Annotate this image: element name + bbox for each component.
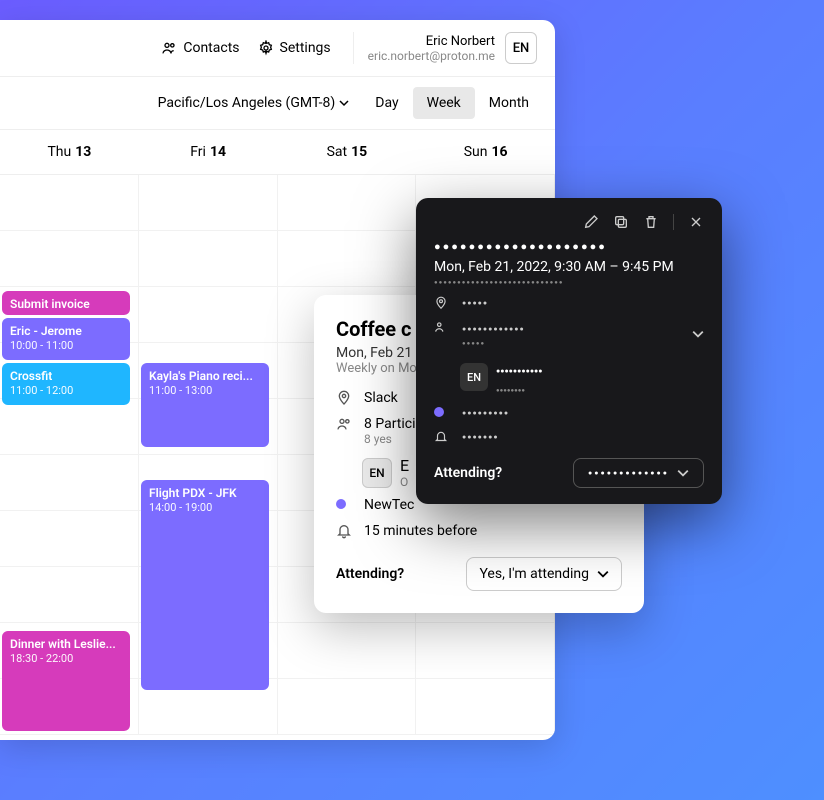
event-eric-jerome[interactable]: Eric - Jerome 10:00 - 11:00 [2, 318, 130, 360]
chevron-down-icon [677, 467, 689, 479]
trash-icon[interactable] [643, 214, 659, 230]
attending-select[interactable]: Yes, I'm attending [466, 557, 622, 591]
location-icon [336, 390, 354, 406]
organizer-row: EN ●●●●●●●●●●●●●●●●●●● [460, 358, 704, 396]
event-dinner[interactable]: Dinner with Leslie... 18:30 - 22:00 [2, 631, 130, 731]
chevron-down-icon [597, 568, 609, 580]
event-piano[interactable]: Kayla's Piano reci... 11:00 - 13:00 [141, 363, 269, 447]
participants-icon [336, 416, 354, 432]
view-day-button[interactable]: Day [361, 87, 412, 119]
location-row: ●●●●● [434, 296, 704, 310]
top-toolbar: Contacts Settings Eric Norbert eric.norb… [0, 20, 555, 77]
user-menu[interactable]: Eric Norbert eric.norbert@proton.me EN [353, 32, 537, 64]
edit-icon[interactable] [583, 214, 599, 230]
participants-row[interactable]: ●●●●●●●●●●●●●●●●● [434, 320, 704, 348]
reminder-row: ●●●●●●● [434, 430, 704, 444]
attending-select[interactable]: ●●●●●●●●●●●●● [573, 458, 704, 488]
popup-actions [434, 214, 704, 230]
caret-down-icon [339, 98, 349, 108]
event-crossfit[interactable]: Crossfit 11:00 - 12:00 [2, 363, 130, 405]
calendar-color-dot [336, 499, 346, 509]
event-title-masked: ●●●●●●●●●●●●●●●●●●●● [434, 240, 704, 253]
attending-label: Attending? [336, 566, 404, 582]
contacts-icon [161, 40, 177, 56]
view-month-button[interactable]: Month [475, 87, 543, 119]
contacts-button[interactable]: Contacts [161, 40, 239, 56]
attending-label: Attending? [434, 465, 502, 481]
event-submit-invoice[interactable]: Submit invoice [2, 291, 130, 315]
event-details-popup-dark: ●●●●●●●●●●●●●●●●●●●● Mon, Feb 21, 2022, … [416, 198, 722, 504]
day-header[interactable]: Fri14 [139, 130, 278, 174]
event-flight[interactable]: Flight PDX - JFK 14:00 - 19:00 [141, 480, 269, 690]
organizer-avatar: EN [362, 458, 392, 488]
organizer-avatar: EN [460, 363, 488, 391]
calendar-color-dot [434, 407, 444, 417]
attending-row: Attending? Yes, I'm attending [336, 557, 622, 591]
participants-icon [434, 320, 452, 334]
bell-icon [434, 430, 452, 444]
reminder-row: 15 minutes before [336, 523, 622, 539]
days-header: Thu13 Fri14 Sat15 Sun16 [0, 130, 555, 175]
timezone-select[interactable]: Pacific/Los Angeles (GMT-8) [158, 95, 350, 111]
gear-icon [258, 40, 274, 56]
close-icon[interactable] [688, 214, 704, 230]
attending-row: Attending? ●●●●●●●●●●●●● [434, 458, 704, 488]
settings-label: Settings [280, 40, 331, 56]
day-header[interactable]: Sat15 [278, 130, 417, 174]
calendar-row: ●●●●●●●●● [434, 406, 704, 420]
user-avatar[interactable]: EN [505, 32, 537, 64]
contacts-label: Contacts [183, 40, 239, 56]
location-icon [434, 296, 452, 310]
view-toolbar: Pacific/Los Angeles (GMT-8) Day Week Mon… [0, 77, 555, 130]
event-date: Mon, Feb 21, 2022, 9:30 AM – 9:45 PM [434, 259, 704, 275]
view-week-button[interactable]: Week [413, 87, 475, 119]
day-header[interactable]: Sun16 [416, 130, 555, 174]
settings-button[interactable]: Settings [258, 40, 331, 56]
bell-icon [336, 523, 354, 539]
copy-icon[interactable] [613, 214, 629, 230]
chevron-down-icon[interactable] [692, 328, 704, 340]
event-recurrence-masked: ●●●●●●●●●●●●●●●●●●●●●●●●●●●● [434, 279, 704, 286]
day-header[interactable]: Thu13 [0, 130, 139, 174]
user-email: eric.norbert@proton.me [368, 49, 495, 63]
user-name: Eric Norbert [368, 34, 495, 49]
